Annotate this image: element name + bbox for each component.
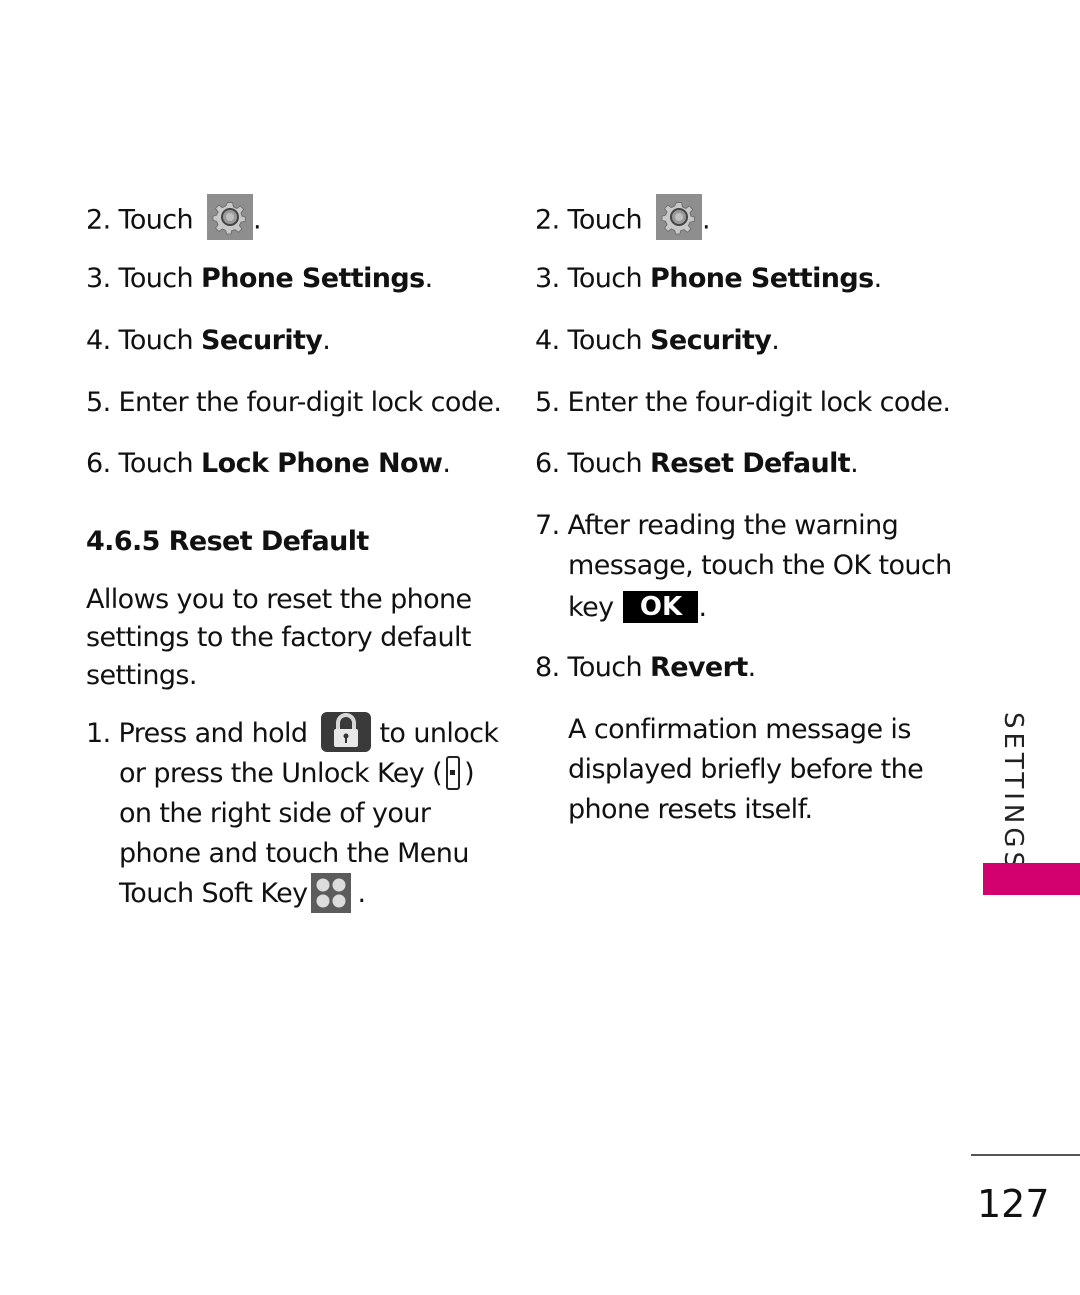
menu-item-security: Security <box>650 325 772 356</box>
menu-item-phone-settings: Phone Settings <box>650 263 874 294</box>
step-suffix: . <box>873 263 883 294</box>
step-text: or press the Unlock Key ( <box>119 758 443 789</box>
step-suffix: . <box>747 652 757 683</box>
step-7-line-1: 7. After reading the warning <box>535 506 899 546</box>
menu-item-revert: Revert <box>650 652 748 683</box>
step-suffix: . <box>771 325 780 356</box>
ok-key-graphic: OK <box>623 590 699 623</box>
step-text: key <box>568 592 614 623</box>
step-1-line-1: 1. Press and hold to unlock <box>86 711 499 755</box>
step-text: Touch <box>118 263 202 294</box>
step-7-line-3: key OK. <box>568 588 707 628</box>
step-4-left: 4. Touch Security. <box>86 321 331 361</box>
step-number: 7. <box>535 510 560 541</box>
step-suffix: . <box>702 204 711 236</box>
step-6-left: 6. Touch Lock Phone Now. <box>86 444 451 484</box>
lock-icon <box>321 711 372 752</box>
step-number: 3. <box>86 263 111 294</box>
step-2-right: 2. Touch . <box>535 194 711 244</box>
step-5-left: 5. Enter the four-digit lock code. <box>86 383 502 423</box>
section-heading: 4.6.5 Reset Default <box>86 526 369 557</box>
step-text: to unlock <box>379 718 499 749</box>
step-suffix: . <box>850 448 859 479</box>
step-text: Press and hold <box>118 718 309 749</box>
step-number: 4. <box>535 325 560 356</box>
step-suffix: . <box>424 263 434 294</box>
step-number: 3. <box>535 263 560 294</box>
menu-item-security: Security <box>201 325 323 356</box>
step-text: Touch <box>118 448 202 479</box>
step-3-right: 3. Touch Phone Settings. <box>535 259 882 299</box>
page-number: 127 <box>977 1182 1050 1226</box>
note-line: phone resets itself. <box>568 794 813 825</box>
step-number: 2. <box>535 204 560 236</box>
step-8: 8. Touch Revert. <box>535 648 756 688</box>
description-line: Allows you to reset the phone <box>86 584 472 615</box>
step-number: 5. <box>86 387 111 418</box>
step-text: Touch <box>567 204 643 236</box>
step-6-right: 6. Touch Reset Default. <box>535 444 859 484</box>
step-suffix: . <box>698 592 707 623</box>
step-text: Enter the four-digit lock code. <box>567 387 951 418</box>
step-text: Touch <box>567 325 651 356</box>
step-7-line-2: message, touch the OK touch <box>568 550 952 581</box>
side-tab-label: SETTINGS <box>998 712 1028 873</box>
description-line: settings. <box>86 660 197 691</box>
description-line: settings to the factory default <box>86 622 472 653</box>
settings-gear-icon <box>207 194 254 240</box>
step-text: Touch Soft Key <box>119 878 308 909</box>
step-1-line-2: or press the Unlock Key () <box>119 754 475 794</box>
step-number: 1. <box>86 718 111 749</box>
step-suffix: . <box>322 325 331 356</box>
menu-grid-icon <box>311 872 352 913</box>
step-text: Touch <box>567 448 651 479</box>
step-number: 8. <box>535 652 560 683</box>
step-text: Touch <box>567 263 651 294</box>
step-number: 4. <box>86 325 111 356</box>
step-number: 6. <box>86 448 111 479</box>
settings-gear-icon <box>656 194 703 240</box>
step-4-right: 4. Touch Security. <box>535 321 780 361</box>
step-5-right: 5. Enter the four-digit lock code. <box>535 383 951 423</box>
step-2-left: 2. Touch . <box>86 194 262 244</box>
page-number-rule <box>971 1154 1080 1156</box>
step-text: Touch <box>567 652 651 683</box>
step-1-line-4: phone and touch the Menu <box>119 838 469 869</box>
step-text: After reading the warning <box>567 510 899 541</box>
step-text: ) <box>464 758 475 789</box>
step-suffix: . <box>442 448 451 479</box>
side-unlock-key-icon <box>446 755 461 790</box>
step-text: Enter the four-digit lock code. <box>118 387 502 418</box>
note-line: displayed briefly before the <box>568 754 924 785</box>
menu-item-reset-default: Reset Default <box>650 448 851 479</box>
step-3-left: 3. Touch Phone Settings. <box>86 259 433 299</box>
step-text: Touch <box>118 325 202 356</box>
menu-item-phone-settings: Phone Settings <box>201 263 425 294</box>
step-suffix: . <box>253 204 262 236</box>
note-line: A confirmation message is <box>568 714 911 745</box>
side-tab-accent-bar <box>983 863 1080 895</box>
menu-item-lock-phone-now: Lock Phone Now <box>201 448 443 479</box>
step-number: 6. <box>535 448 560 479</box>
step-number: 2. <box>86 204 111 236</box>
step-text: Touch <box>118 204 194 236</box>
step-number: 5. <box>535 387 560 418</box>
step-1-line-5: Touch Soft Key . <box>119 872 366 915</box>
step-1-line-3: on the right side of your <box>119 798 431 829</box>
step-suffix: . <box>357 878 366 909</box>
